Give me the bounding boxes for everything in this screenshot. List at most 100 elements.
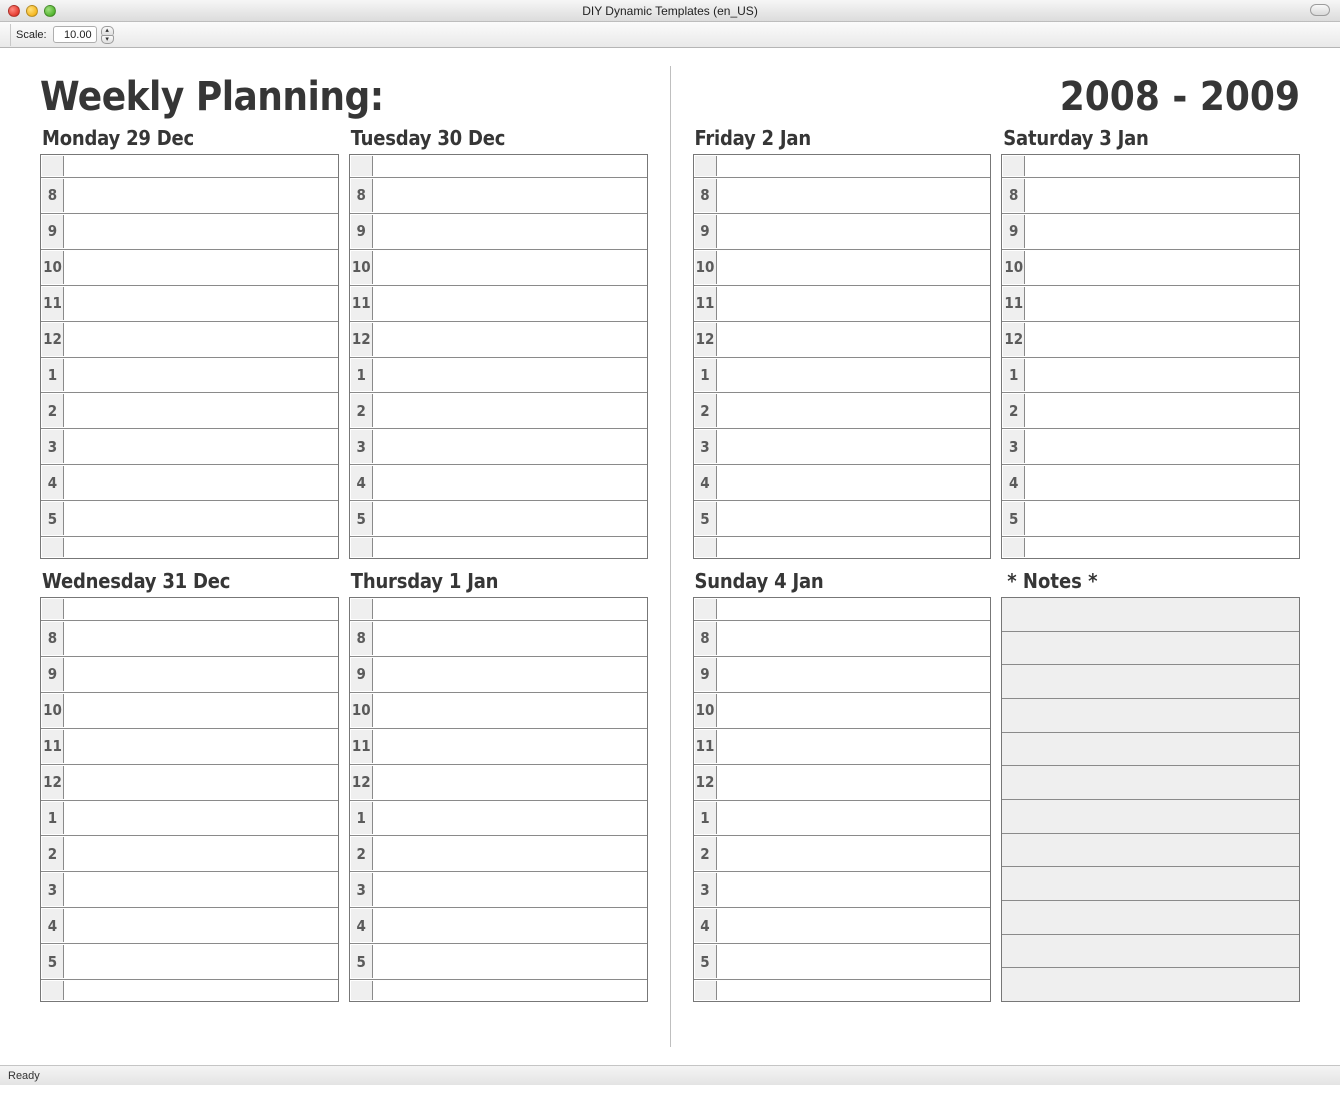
hour-row: 4 [694, 907, 991, 943]
day-column: Wednesday 31 Dec8910111212345 [40, 563, 339, 1002]
hour-label: 1 [42, 802, 64, 835]
hour-endcap [41, 979, 338, 1001]
hour-row: 10 [350, 692, 647, 728]
hour-label: 5 [42, 945, 64, 978]
hour-entry-area [718, 429, 991, 464]
hour-row: 10 [350, 249, 647, 285]
hour-row: 3 [41, 428, 338, 464]
hour-label: 8 [351, 622, 373, 655]
hour-entry-area [718, 358, 991, 393]
page-title: Weekly Planning: [40, 74, 648, 120]
notes-row [1002, 934, 1299, 968]
hour-row: 8 [350, 177, 647, 213]
hour-label: 12 [351, 766, 373, 799]
hour-label: 5 [695, 502, 717, 535]
document-canvas[interactable]: Weekly Planning: Monday 29 Dec8910111212… [0, 48, 1340, 1065]
hour-entry-area [374, 980, 647, 1001]
page-right: 2008 - 2009 Friday 2 Jan8910111212345Sat… [671, 66, 1323, 1047]
hour-row: 12 [694, 764, 991, 800]
hour-label [695, 981, 717, 1000]
notes-row [1002, 631, 1299, 665]
hour-endcap [1002, 536, 1299, 558]
hour-row: 2 [1002, 392, 1299, 428]
hour-label [695, 156, 717, 176]
hour-label: 9 [695, 658, 717, 691]
hour-label: 2 [695, 837, 717, 870]
hour-row: 8 [350, 620, 647, 656]
window-title: DIY Dynamic Templates (en_US) [0, 4, 1340, 18]
hour-label: 10 [42, 251, 64, 284]
hour-label: 3 [695, 430, 717, 463]
status-bar: Ready [0, 1065, 1340, 1085]
hour-entry-area [718, 250, 991, 285]
hour-entry-area [374, 155, 647, 177]
hour-entry-area [718, 872, 991, 907]
toolbar-toggle-lozenge[interactable] [1310, 4, 1330, 16]
day-heading: Monday 29 Dec [42, 126, 339, 150]
day-box: 8910111212345 [40, 154, 339, 559]
hour-entry-area [374, 872, 647, 907]
hour-label: 4 [695, 466, 717, 499]
hour-label: 5 [42, 502, 64, 535]
hour-row: 2 [350, 835, 647, 871]
scale-input[interactable]: 10.00 [53, 26, 97, 43]
hour-row: 12 [41, 764, 338, 800]
window-zoom-button[interactable] [44, 5, 56, 17]
hour-entry-area [1026, 537, 1299, 558]
hour-entry-area [65, 729, 338, 764]
hour-label: 11 [42, 287, 64, 320]
hour-entry-area [374, 214, 647, 249]
hour-entry-area [718, 322, 991, 357]
hour-label: 10 [1003, 251, 1025, 284]
hour-row: 1 [41, 800, 338, 836]
day-heading: Friday 2 Jan [695, 126, 992, 150]
hour-entry-area [65, 836, 338, 871]
hour-endcap [694, 155, 991, 177]
hour-row: 11 [694, 728, 991, 764]
window-close-button[interactable] [8, 5, 20, 17]
hour-endcap [41, 598, 338, 620]
day-heading: Wednesday 31 Dec [42, 569, 339, 593]
hour-entry-area [374, 286, 647, 321]
hour-entry-area [374, 501, 647, 536]
scale-step-down[interactable]: ▾ [101, 35, 114, 44]
hour-label: 11 [1003, 287, 1025, 320]
hour-row: 9 [350, 656, 647, 692]
notes-row [1002, 732, 1299, 766]
hour-entry-area [65, 465, 338, 500]
hour-row: 5 [350, 943, 647, 979]
hour-label: 4 [1003, 466, 1025, 499]
left-days-grid: Monday 29 Dec8910111212345Tuesday 30 Dec… [40, 120, 648, 1002]
hour-label: 9 [695, 215, 717, 248]
hour-label [1003, 156, 1025, 176]
hour-entry-area [718, 944, 991, 979]
hour-label: 8 [695, 622, 717, 655]
hour-entry-area [1026, 358, 1299, 393]
day-column: Sunday 4 Jan8910111212345 [693, 563, 992, 1002]
scale-step-up[interactable]: ▴ [101, 26, 114, 35]
hour-label: 3 [42, 430, 64, 463]
window-minimize-button[interactable] [26, 5, 38, 17]
hour-label: 1 [351, 802, 373, 835]
hour-entry-area [65, 944, 338, 979]
toolbar-separator [10, 24, 12, 46]
hour-entry-area [374, 393, 647, 428]
hour-entry-area [65, 765, 338, 800]
hour-entry-area [718, 621, 991, 656]
hour-row: 5 [694, 943, 991, 979]
hour-label: 4 [351, 909, 373, 942]
hour-label: 3 [695, 873, 717, 906]
hour-entry-area [1026, 286, 1299, 321]
hour-label [1003, 538, 1025, 557]
hour-entry-area [374, 465, 647, 500]
hour-row: 8 [694, 620, 991, 656]
hour-label: 3 [351, 430, 373, 463]
hour-row: 4 [694, 464, 991, 500]
notes-box [1001, 597, 1300, 1002]
day-column: Thursday 1 Jan8910111212345 [349, 563, 648, 1002]
hour-entry-area [718, 980, 991, 1001]
hour-endcap [350, 536, 647, 558]
hour-label: 12 [42, 323, 64, 356]
hour-label: 3 [351, 873, 373, 906]
hour-entry-area [1026, 393, 1299, 428]
